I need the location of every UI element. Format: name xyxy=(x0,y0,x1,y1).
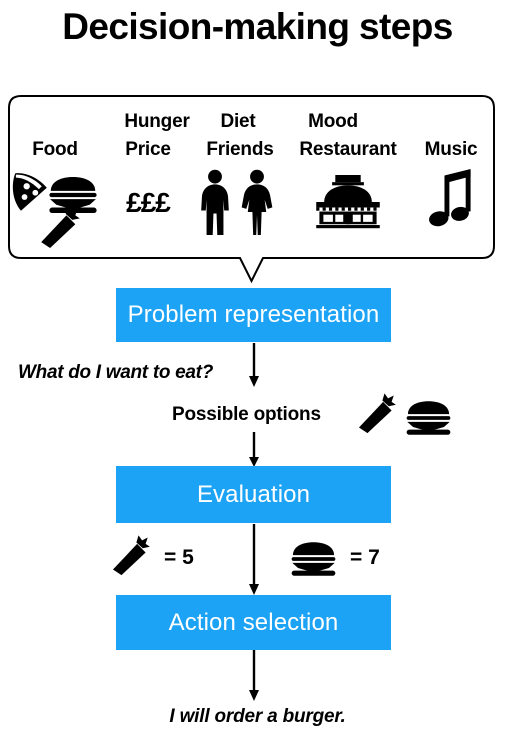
step-box-evaluation[interactable]: Evaluation xyxy=(116,466,391,523)
restaurant-icon-group xyxy=(308,175,388,235)
burger-icon xyxy=(291,542,336,576)
food-icon-group xyxy=(10,167,100,252)
attribute-label-mood: Mood xyxy=(308,111,358,132)
friends-icon-group xyxy=(198,169,282,239)
person-man-icon xyxy=(201,169,229,235)
attribute-label-diet: Diet xyxy=(220,111,256,132)
page-title: Decision-making steps xyxy=(62,6,453,47)
arrow-evaluation-to-action xyxy=(249,524,259,595)
carrot-icon xyxy=(112,535,150,576)
attribute-label-music: Music xyxy=(424,139,478,160)
diagram-canvas: Decision-making steps Hunger Diet Mood F… xyxy=(0,0,515,737)
step-box-problem-representation-label: Problem representation xyxy=(127,301,380,328)
attribute-label-food: Food xyxy=(32,139,78,160)
person-woman-icon xyxy=(241,169,273,235)
attribute-label-restaurant: Restaurant xyxy=(299,139,397,160)
score-burger: = 7 xyxy=(350,546,380,569)
step-box-action-selection[interactable]: Action selection xyxy=(116,595,391,650)
score-carrot: = 5 xyxy=(164,546,194,569)
attribute-label-price: Price xyxy=(125,139,171,160)
attribute-label-hunger: Hunger xyxy=(124,111,190,132)
carrot-icon xyxy=(358,393,396,434)
attribute-icons-row: £££ xyxy=(8,167,495,252)
music-note-icon xyxy=(428,169,474,231)
attribute-labels-bottom-row: Food Price Friends Restaurant Music xyxy=(8,139,495,163)
restaurant-storefront-icon xyxy=(316,175,380,229)
attribute-box: Hunger Diet Mood Food Price Friends Rest… xyxy=(8,95,495,284)
annotation-possible-options: Possible options xyxy=(172,404,321,425)
step-box-evaluation-label: Evaluation xyxy=(196,480,311,508)
arrow-options-to-evaluation xyxy=(249,432,259,467)
carrot-icon xyxy=(41,206,80,249)
attribute-label-friends: Friends xyxy=(206,139,274,160)
attribute-labels-top-row: Hunger Diet Mood xyxy=(8,111,495,135)
arrow-action-to-conclusion xyxy=(249,650,259,701)
annotation-conclusion: I will order a burger. xyxy=(169,706,346,727)
step-box-action-selection-label: Action selection xyxy=(168,608,339,636)
step-box-problem-representation[interactable]: Problem representation xyxy=(116,288,391,342)
annotation-question: What do I want to eat? xyxy=(18,362,213,383)
arrow-problem-to-options xyxy=(249,343,259,387)
pound-currency-icon: £££ xyxy=(126,187,171,218)
burger-icon xyxy=(406,401,451,435)
